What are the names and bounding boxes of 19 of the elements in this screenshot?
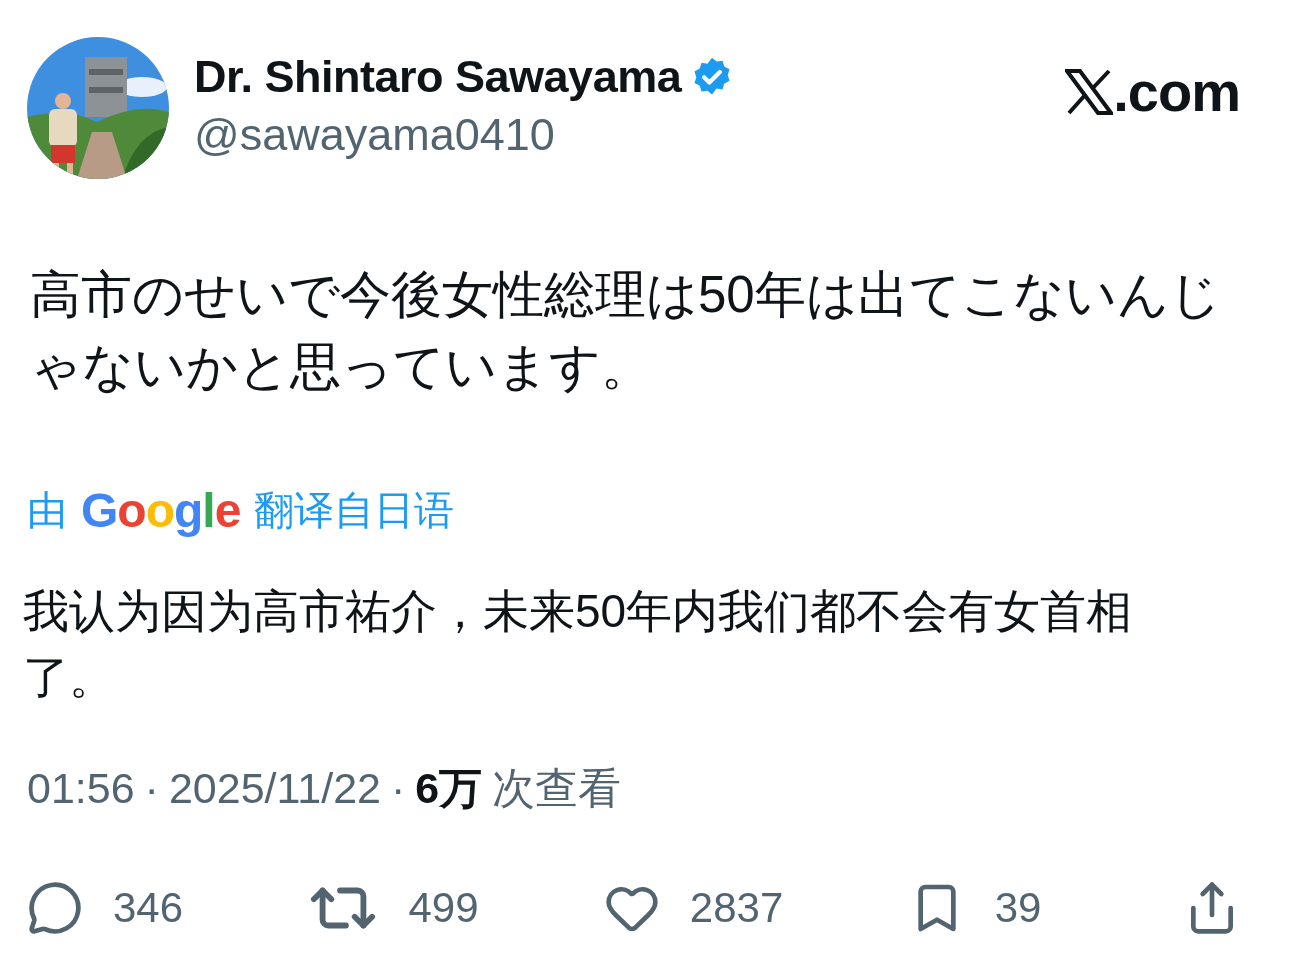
tweet-date: 2025/11/22 xyxy=(168,764,381,813)
action-count: 39 xyxy=(994,884,1042,932)
separator: · xyxy=(144,764,159,813)
author-handle[interactable]: @sawayama0410 xyxy=(194,109,1041,161)
action-count: 499 xyxy=(408,884,479,932)
translated-text: 我认为因为高市祐介，未来50年内我们都不会有女首相了。 xyxy=(23,584,1134,705)
google-logo: Google xyxy=(81,483,241,538)
x-logo-icon xyxy=(1065,68,1114,115)
speech-bubble-icon[interactable] xyxy=(27,880,83,936)
author-name[interactable]: Dr. Shintaro Sawayama xyxy=(194,51,682,103)
translation-prefix: 由 xyxy=(27,487,67,534)
view-count: 6万 xyxy=(415,763,483,814)
tweet-time: 01:56 xyxy=(27,764,135,813)
site-name: .com xyxy=(1113,59,1240,124)
action-count: 346 xyxy=(113,884,184,932)
views-label: 次查看 xyxy=(492,763,622,814)
separator: · xyxy=(390,764,406,813)
tweet-text: 高市のせいで今後女性総理は50年は出てこないんじゃないかと思っています。 xyxy=(29,265,1222,397)
action-count: 2837 xyxy=(689,884,784,932)
